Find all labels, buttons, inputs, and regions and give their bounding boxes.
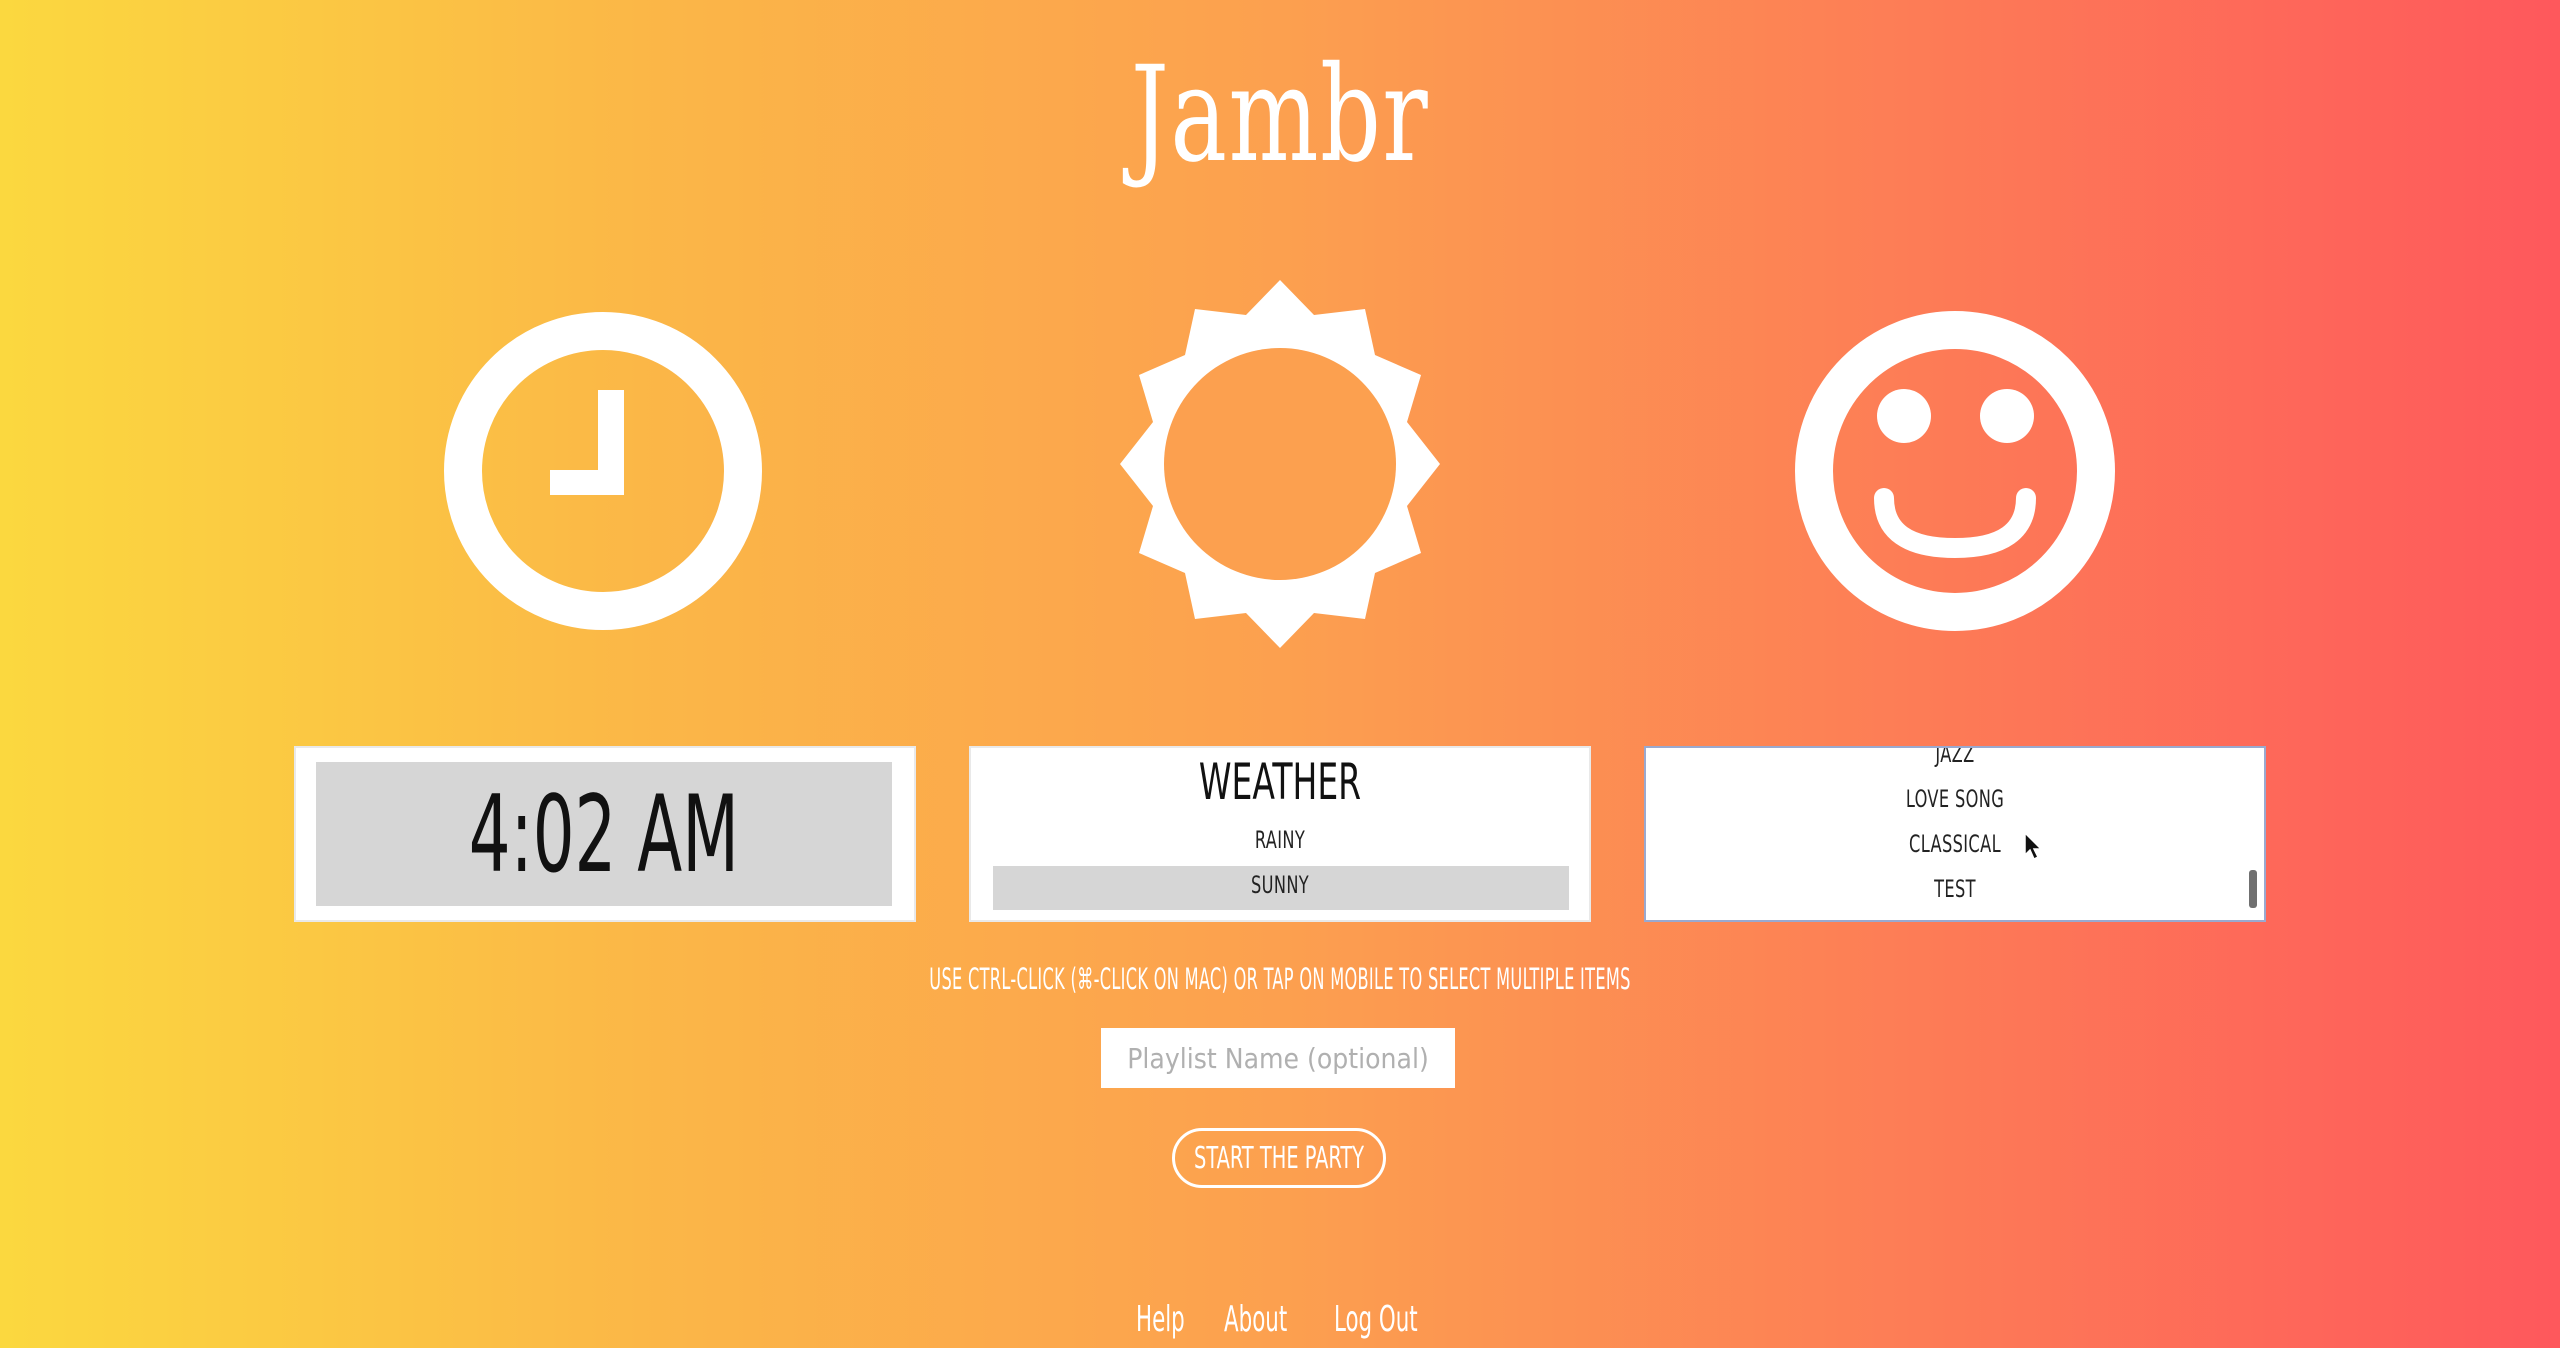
- multi-select-hint: USE CTRL-CLICK (⌘-CLICK ON MAC) OR TAP O…: [929, 962, 1631, 996]
- genre-option-test[interactable]: TEST: [1723, 867, 2187, 912]
- genre-option-jazz[interactable]: JAZZ: [1723, 748, 2187, 777]
- weather-option-sunny[interactable]: SUNNY: [1048, 863, 1512, 908]
- weather-select[interactable]: WEATHER RAINY SUNNY: [969, 746, 1591, 922]
- genre-select[interactable]: JAZZ LOVE SONG CLASSICAL TEST: [1644, 746, 2266, 922]
- genre-list-viewport: JAZZ LOVE SONG CLASSICAL TEST: [1646, 748, 2264, 920]
- app-title: Jambr: [1130, 38, 1430, 192]
- time-display-panel[interactable]: 4:02 AM: [294, 746, 916, 922]
- playlist-name-input[interactable]: [1101, 1028, 1455, 1088]
- smiley-face-icon: [1794, 310, 2116, 632]
- genre-scrollbar[interactable]: [2249, 870, 2257, 908]
- sun-icon: [1096, 280, 1464, 658]
- start-party-button[interactable]: START THE PARTY: [1172, 1128, 1386, 1188]
- footer-link-help[interactable]: Help: [1136, 1296, 1185, 1344]
- weather-options: RAINY SUNNY: [971, 818, 1589, 908]
- weather-header: WEATHER: [1198, 753, 1362, 811]
- genre-options: JAZZ LOVE SONG CLASSICAL TEST: [1646, 748, 2264, 912]
- time-value: 4:02 AM: [468, 772, 740, 896]
- start-party-label: START THE PARTY: [1194, 1140, 1365, 1176]
- genre-option-classical[interactable]: CLASSICAL: [1723, 822, 2187, 867]
- weather-option-rainy[interactable]: RAINY: [1048, 818, 1512, 863]
- footer-link-log-out[interactable]: Log Out: [1334, 1296, 1418, 1344]
- footer-link-about[interactable]: About: [1224, 1296, 1287, 1344]
- clock-icon: [442, 310, 764, 632]
- time-display[interactable]: 4:02 AM: [316, 762, 892, 906]
- genre-option-love-song[interactable]: LOVE SONG: [1723, 777, 2187, 822]
- mouse-cursor-icon: [2024, 831, 2046, 866]
